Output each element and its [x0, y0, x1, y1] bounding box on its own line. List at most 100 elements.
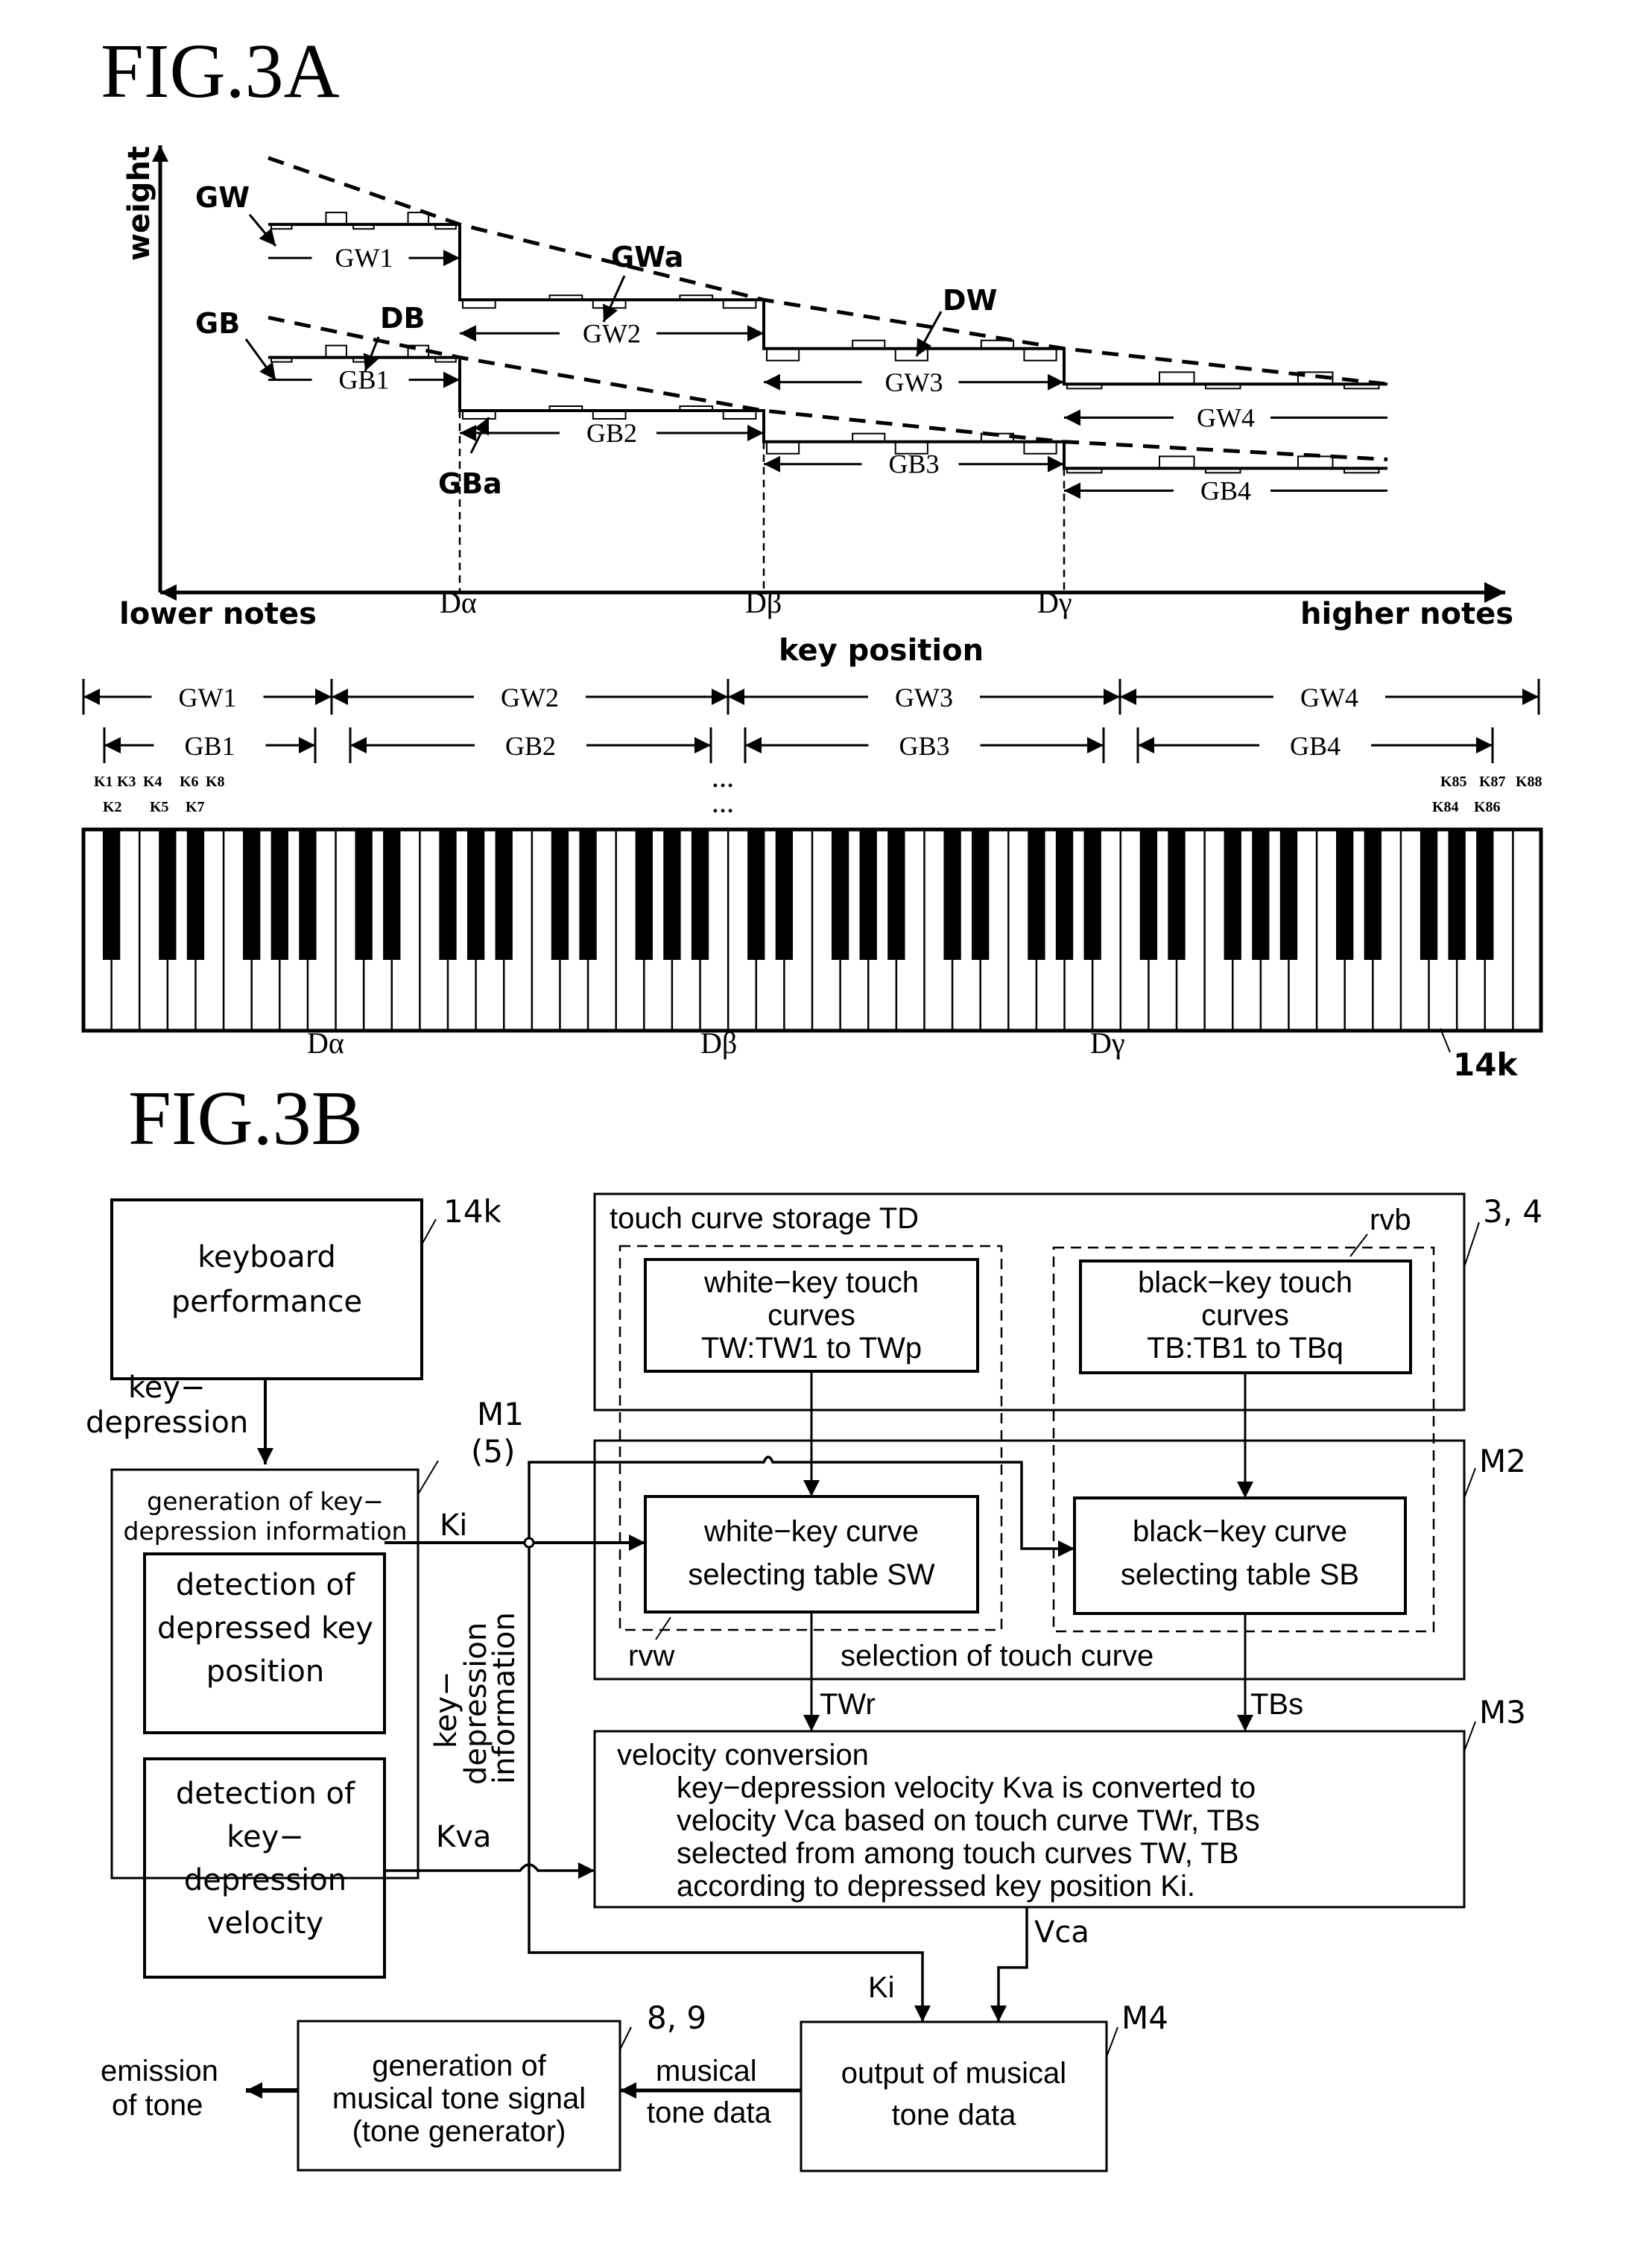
gb-range-label: GB4	[1200, 475, 1251, 505]
black-key	[831, 829, 849, 960]
position-box-l1: detection of	[176, 1568, 355, 1602]
key-label-K88: K88	[1516, 774, 1542, 790]
m1-ref2: (5)	[471, 1433, 516, 1470]
black-key	[1252, 829, 1270, 960]
m3-body-4: according to depressed key position Ki.	[677, 1870, 1195, 1903]
gw-range-label: GW1	[335, 243, 393, 273]
black-key	[1336, 829, 1354, 960]
black-table-l2: selecting table SB	[1121, 1558, 1359, 1591]
vca-line	[990, 1907, 1028, 2022]
kb-gw-label: GW1	[179, 683, 237, 712]
gw-key-variation	[1159, 371, 1195, 385]
m3-velocity-conversion-block: M3 velocity conversion key−depression ve…	[593, 1694, 1526, 1909]
x-right-label: higher notes	[1300, 597, 1513, 631]
tone-gen-ref: 8, 9	[647, 2000, 706, 2036]
velocity-box-l1: detection of	[176, 1777, 355, 1811]
black-key	[355, 829, 373, 960]
black-key	[383, 829, 401, 960]
boundary-label-beta: Dβ	[745, 586, 782, 619]
white-selecting-table-box	[644, 1495, 979, 1613]
tone-gen-l3: (tone generator)	[352, 2115, 566, 2148]
black-key	[635, 829, 653, 960]
signal-Ki: Ki	[440, 1508, 467, 1543]
m3-body-2: velocity Vca based on touch curve TWr, T…	[677, 1804, 1260, 1837]
black-key	[439, 829, 457, 960]
gw-key-variation	[766, 348, 800, 361]
storage-ref: 3, 4	[1483, 1193, 1542, 1230]
key-depression-label-2: depression	[86, 1406, 248, 1440]
keyboard-box-line2: performance	[171, 1285, 362, 1319]
black-key	[1224, 829, 1241, 960]
storage-title: touch curve storage TD	[610, 1202, 919, 1235]
kb-gb-label: GB3	[899, 731, 949, 761]
black-key	[1083, 829, 1101, 960]
black-key	[1028, 829, 1045, 960]
callout-GB: GB	[195, 307, 240, 340]
gw-step-line	[268, 223, 1387, 386]
black-key	[1139, 829, 1158, 960]
key-label-K7: K7	[186, 799, 205, 815]
signal-Vca: Vca	[1034, 1915, 1089, 1950]
key-label-K87: K87	[1479, 774, 1506, 790]
key-label-K8: K8	[206, 774, 225, 790]
velocity-box-l2: key−	[227, 1820, 304, 1854]
key-label-K6: K6	[180, 774, 199, 790]
gb-key-variation	[1297, 455, 1334, 469]
black-key	[1420, 829, 1438, 960]
gb-range-label: GB2	[586, 418, 637, 448]
velocity-box-l3: depression	[184, 1863, 346, 1897]
black-key	[859, 829, 877, 960]
black-table-l1: black−key curve	[1133, 1515, 1347, 1548]
black-key	[1168, 829, 1186, 960]
black-key	[663, 829, 681, 960]
m3-title: velocity conversion	[617, 1739, 869, 1771]
key-label-K3: K3	[117, 774, 136, 790]
black-key	[943, 829, 961, 960]
gb-key-variation	[1023, 441, 1057, 455]
m4-line1: output of musical	[841, 2057, 1066, 2090]
touch-curve-storage-block: touch curve storage TD 3, 4 white−key to…	[593, 1192, 1542, 1412]
black-key	[775, 829, 794, 960]
boundary-label-alpha: Dα	[440, 586, 477, 619]
key-label-K84: K84	[1432, 799, 1459, 815]
key-label-K1: K1	[94, 774, 113, 790]
keyboard-ref: 14k	[1453, 1046, 1518, 1083]
callout-DW: DW	[943, 284, 997, 317]
kb-gw-label: GW2	[501, 683, 559, 712]
emission-label-2: of tone	[112, 2089, 203, 2122]
black-touch-l3: TB:TB1 to TBq	[1147, 1332, 1344, 1365]
black-key	[551, 829, 569, 960]
fig3b-title: FIG.3B	[128, 1075, 363, 1161]
key-label-K2: K2	[103, 799, 122, 815]
ellipsis-top: …	[712, 768, 734, 792]
tone-generator-block: 8, 9 generation of musical tone signal (…	[297, 2000, 706, 2172]
patent-figure-canvas: FIG.3A weight lower notes higher notes k…	[81, 28, 1543, 2172]
m1-header-2: depression information	[124, 1517, 408, 1546]
black-key	[495, 829, 513, 960]
key-label-K5: K5	[150, 799, 169, 815]
m3-body-1: key−depression velocity Kva is converted…	[677, 1771, 1256, 1804]
callout-GW: GW	[195, 181, 250, 214]
black-key	[243, 829, 261, 960]
signal-Ki-m4: Ki	[868, 1971, 895, 2004]
kva-line	[384, 1862, 595, 1879]
callout-GW-leader	[248, 214, 277, 247]
tone-gen-l1: generation of	[372, 2049, 546, 2082]
ellipsis-bottom: …	[712, 793, 734, 818]
bus-label-3: information	[487, 1612, 522, 1784]
black-key	[1055, 829, 1074, 960]
gb-key-variation	[1159, 455, 1195, 469]
m2-touch-curve-selection-block: M2 white−key curve selecting table SW bl…	[593, 1439, 1526, 1681]
tone-gen-l2: musical tone signal	[332, 2082, 586, 2115]
black-key	[1448, 829, 1466, 960]
bus-label: key− depression information	[429, 1612, 522, 1785]
keyboard-box-line1: keyboard	[197, 1240, 336, 1274]
kb-gw-label: GW4	[1300, 683, 1358, 712]
black-key	[466, 829, 485, 960]
gw-key-variation	[894, 348, 928, 361]
emission-label-1: emission	[101, 2055, 218, 2087]
black-key	[159, 829, 177, 960]
y-axis-label: weight	[122, 146, 156, 261]
gw-key-variation	[1023, 348, 1057, 361]
black-key	[972, 829, 990, 960]
